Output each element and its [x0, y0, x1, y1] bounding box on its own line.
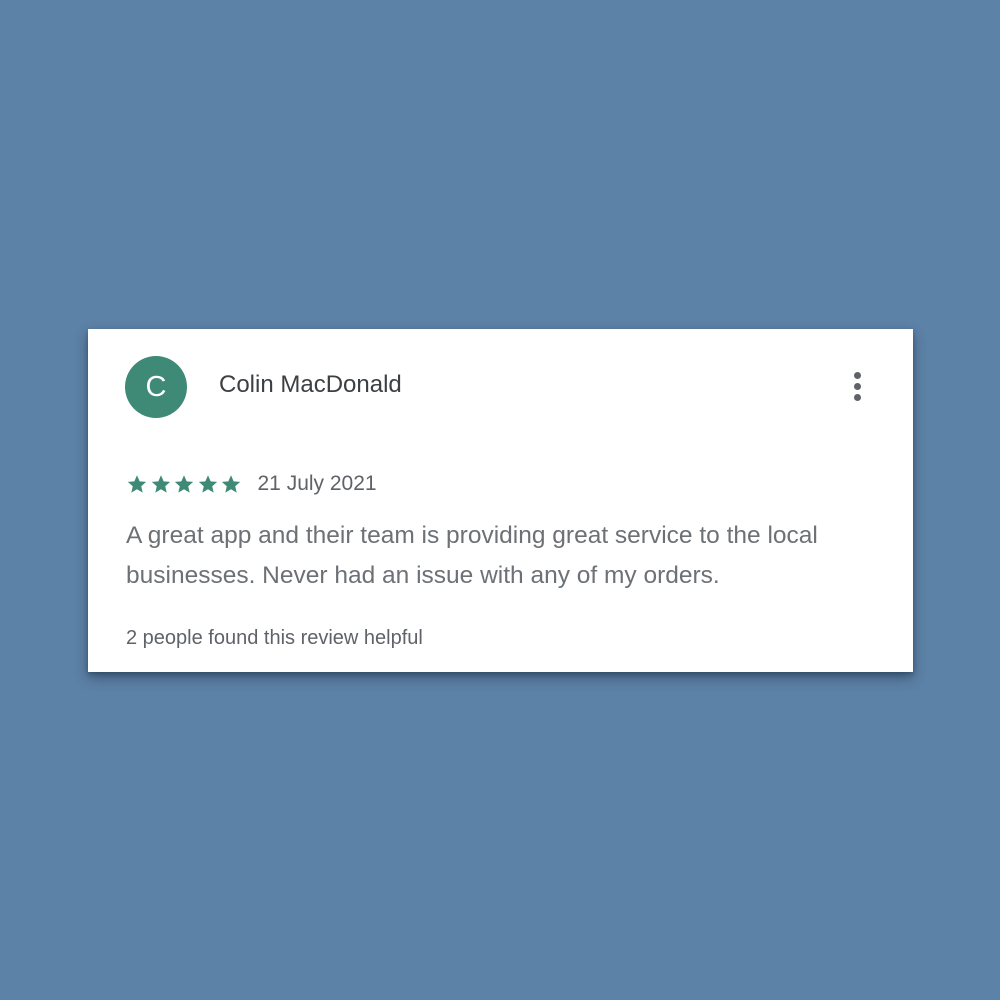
star-rating: [126, 473, 244, 495]
avatar-letter: C: [145, 370, 167, 403]
avatar: C: [125, 356, 187, 418]
star-icon: [198, 475, 217, 493]
star-icon: [174, 475, 194, 493]
helpful-count: 2 people found this review helpful: [126, 627, 423, 649]
star-icon: [127, 475, 147, 493]
star-icon: [221, 475, 241, 493]
star-icon: [151, 475, 170, 493]
more-options-icon[interactable]: [846, 369, 870, 405]
review-date: 21 July 2021: [257, 472, 377, 495]
rating-row: 21 July 2021: [126, 469, 377, 499]
review-text: A great app and their team is providing …: [126, 522, 818, 589]
author-name: Colin MacDonald: [219, 371, 402, 398]
review-card: C Colin MacDonald 21 July 2021 A great a…: [88, 329, 913, 672]
